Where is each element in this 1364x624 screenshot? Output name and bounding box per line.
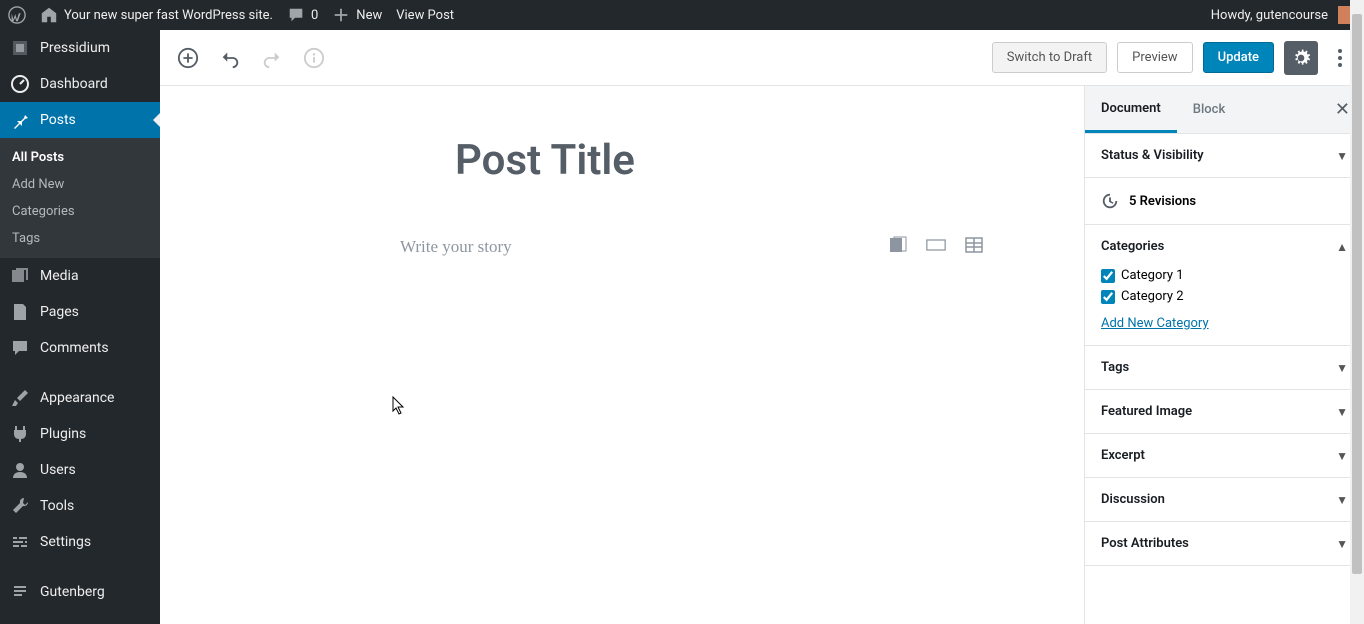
editor: Switch to Draft Preview Update Post Titl… [160, 30, 1364, 624]
user-icon [10, 460, 30, 480]
sidebar-item-appearance[interactable]: Appearance [0, 380, 160, 416]
chevron-down-icon: ▼ [1336, 149, 1348, 163]
chevron-up-icon: ▲ [1336, 240, 1348, 254]
sidebar-item-posts[interactable]: Posts [0, 102, 160, 138]
chevron-down-icon: ▼ [1336, 537, 1348, 551]
new-label: New [356, 8, 382, 23]
category-checkbox-2[interactable]: Category 2 [1101, 289, 1348, 304]
panel-status-visibility[interactable]: Status & Visibility▼ [1085, 134, 1364, 178]
tab-block[interactable]: Block [1177, 86, 1241, 133]
plug-icon [10, 424, 30, 444]
view-post-link[interactable]: View Post [396, 8, 454, 23]
site-link[interactable]: Your new super fast WordPress site. [40, 6, 273, 24]
pressidium-icon [10, 38, 30, 58]
comment-icon [10, 338, 30, 358]
panel-featured-image[interactable]: Featured Image▼ [1085, 390, 1364, 434]
media-icon [10, 266, 30, 286]
panel-excerpt[interactable]: Excerpt▼ [1085, 434, 1364, 478]
scrollbar-thumb[interactable] [1352, 14, 1362, 574]
sidebar-sub-allposts[interactable]: All Posts [0, 144, 160, 171]
chevron-down-icon: ▼ [1336, 493, 1348, 507]
cursor-icon [392, 396, 406, 416]
dashboard-icon [10, 74, 30, 94]
sidebar-item-media[interactable]: Media [0, 258, 160, 294]
block-inserter-tools [888, 235, 984, 259]
update-button[interactable]: Update [1203, 42, 1274, 73]
pin-icon [10, 110, 30, 130]
sidebar-item-plugins[interactable]: Plugins [0, 416, 160, 452]
info-button[interactable] [298, 42, 330, 74]
editor-toolbar: Switch to Draft Preview Update [160, 30, 1364, 86]
panel-categories: Categories▲ Category 1 Category 2 Add Ne… [1085, 225, 1364, 346]
sidebar-item-gutenberg[interactable]: Gutenberg [0, 574, 160, 610]
wrench-icon [10, 496, 30, 516]
sidebar-sub-tags[interactable]: Tags [0, 225, 160, 252]
admin-bar: Your new super fast WordPress site. 0 Ne… [0, 0, 1364, 30]
inspector-sidebar: Document Block ✕ Status & Visibility▼ 5 … [1084, 86, 1364, 624]
sidebar-submenu-posts: All Posts Add New Categories Tags [0, 138, 160, 258]
switch-to-draft-button[interactable]: Switch to Draft [992, 42, 1107, 73]
preview-button[interactable]: Preview [1117, 42, 1192, 73]
block-embed-icon[interactable] [926, 235, 946, 259]
add-new-category-link[interactable]: Add New Category [1101, 316, 1209, 331]
block-table-icon[interactable] [964, 235, 984, 259]
sidebar-item-settings[interactable]: Settings [0, 524, 160, 560]
sidebar-item-users[interactable]: Users [0, 452, 160, 488]
post-title[interactable]: Post Title [455, 136, 1024, 185]
admin-sidebar: Pressidium Dashboard Posts All Posts Add… [0, 30, 160, 624]
wp-logo[interactable] [8, 6, 26, 24]
chevron-down-icon: ▼ [1336, 361, 1348, 375]
tab-document[interactable]: Document [1085, 86, 1177, 133]
panel-tags[interactable]: Tags▼ [1085, 346, 1364, 390]
editor-more-button[interactable] [1328, 48, 1352, 68]
comments-link[interactable]: 0 [287, 6, 318, 24]
brush-icon [10, 388, 30, 408]
history-icon [1101, 192, 1119, 210]
content-placeholder[interactable]: Write your story [400, 237, 888, 257]
sidebar-item-comments[interactable]: Comments [0, 330, 160, 366]
inspector-tabs: Document Block ✕ [1085, 86, 1364, 134]
undo-button[interactable] [214, 42, 246, 74]
chevron-down-icon: ▼ [1336, 405, 1348, 419]
page-icon [10, 302, 30, 322]
sidebar-sub-addnew[interactable]: Add New [0, 171, 160, 198]
sidebar-item-dashboard[interactable]: Dashboard [0, 66, 160, 102]
revisions-link[interactable]: 5 Revisions [1085, 178, 1364, 225]
add-block-button[interactable] [172, 42, 204, 74]
sidebar-item-pressidium[interactable]: Pressidium [0, 30, 160, 66]
panel-post-attributes[interactable]: Post Attributes▼ [1085, 522, 1364, 566]
gear-icon [1291, 48, 1311, 68]
redo-button[interactable] [256, 42, 288, 74]
gutenberg-icon [10, 582, 30, 602]
comments-count: 0 [311, 8, 318, 23]
category-checkbox-1[interactable]: Category 1 [1101, 268, 1348, 283]
block-image-icon[interactable] [888, 235, 908, 259]
editor-canvas[interactable]: Post Title Write your story [160, 86, 1084, 624]
sidebar-item-pages[interactable]: Pages [0, 294, 160, 330]
howdy-user[interactable]: Howdy, gutencourse [1211, 6, 1356, 24]
sliders-icon [10, 532, 30, 552]
sidebar-sub-categories[interactable]: Categories [0, 198, 160, 225]
scrollbar[interactable] [1350, 0, 1364, 624]
panel-discussion[interactable]: Discussion▼ [1085, 478, 1364, 522]
site-name: Your new super fast WordPress site. [64, 8, 273, 23]
sidebar-item-tools[interactable]: Tools [0, 488, 160, 524]
settings-gear-button[interactable] [1284, 41, 1318, 75]
new-link[interactable]: New [332, 6, 382, 24]
chevron-down-icon: ▼ [1336, 449, 1348, 463]
